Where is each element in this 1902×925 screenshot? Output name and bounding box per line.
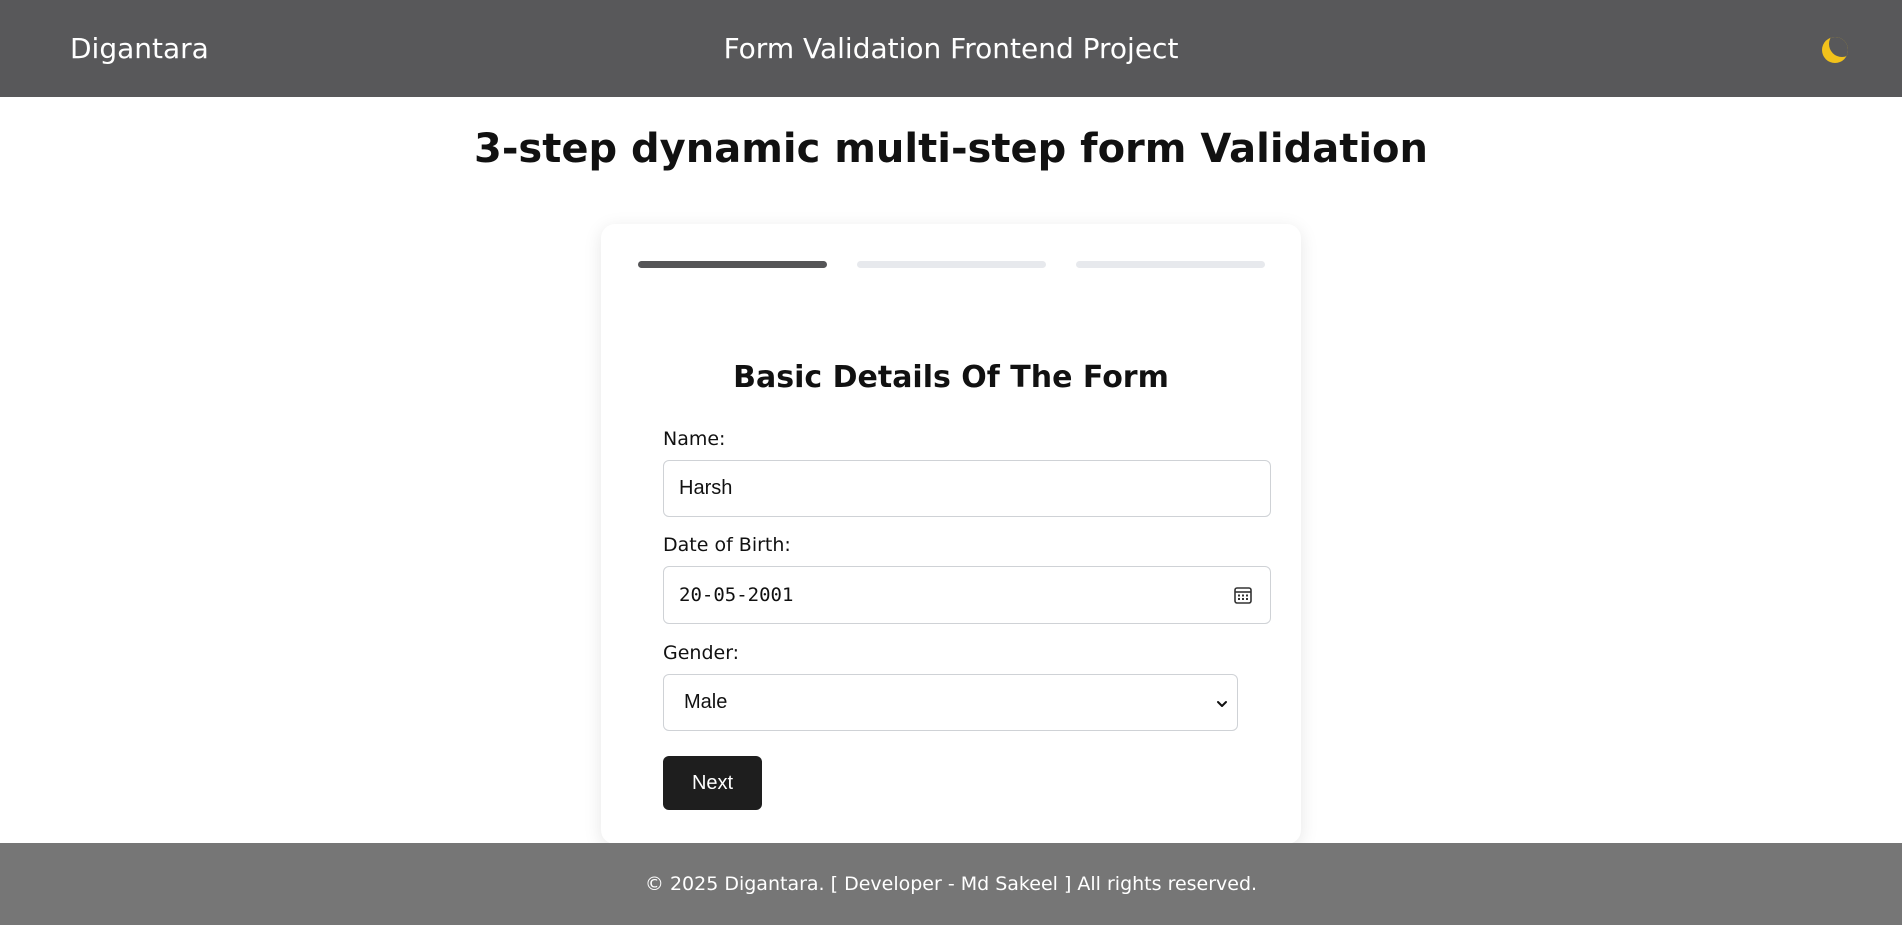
progress-step-2 (857, 261, 1046, 268)
name-label: Name: (663, 428, 726, 450)
theme-toggle-button[interactable] (1814, 29, 1854, 69)
gender-select[interactable]: Male (663, 674, 1238, 731)
brand-logo[interactable]: Digantara (70, 32, 209, 65)
form-title: Basic Details Of The Form (733, 360, 1169, 395)
name-input[interactable] (663, 460, 1271, 517)
progress-step-1 (638, 261, 827, 268)
date-of-birth-label: Date of Birth: (663, 534, 791, 556)
footer-copyright: © 2025 Digantara. [ Developer - Md Sakee… (644, 873, 1258, 895)
progress-step-3 (1076, 261, 1265, 268)
header-title: Form Validation Frontend Project (723, 32, 1179, 65)
date-of-birth-value: 20-05-2001 (679, 584, 794, 606)
chevron-down-icon (1217, 701, 1227, 707)
moon-icon (1822, 36, 1848, 63)
form-card: Basic Details Of The Form Name: Date of … (601, 224, 1301, 844)
page-footer: © 2025 Digantara. [ Developer - Md Sakee… (0, 843, 1902, 925)
next-button[interactable]: Next (663, 756, 762, 810)
calendar-icon[interactable] (1234, 586, 1252, 604)
date-of-birth-input[interactable]: 20-05-2001 (663, 566, 1271, 624)
page-title: 3-step dynamic multi-step form Validatio… (474, 126, 1428, 172)
top-navbar: Digantara Form Validation Frontend Proje… (0, 0, 1902, 97)
step-progress (638, 261, 1265, 269)
gender-label: Gender: (663, 642, 740, 664)
gender-selected-value: Male (684, 691, 728, 713)
